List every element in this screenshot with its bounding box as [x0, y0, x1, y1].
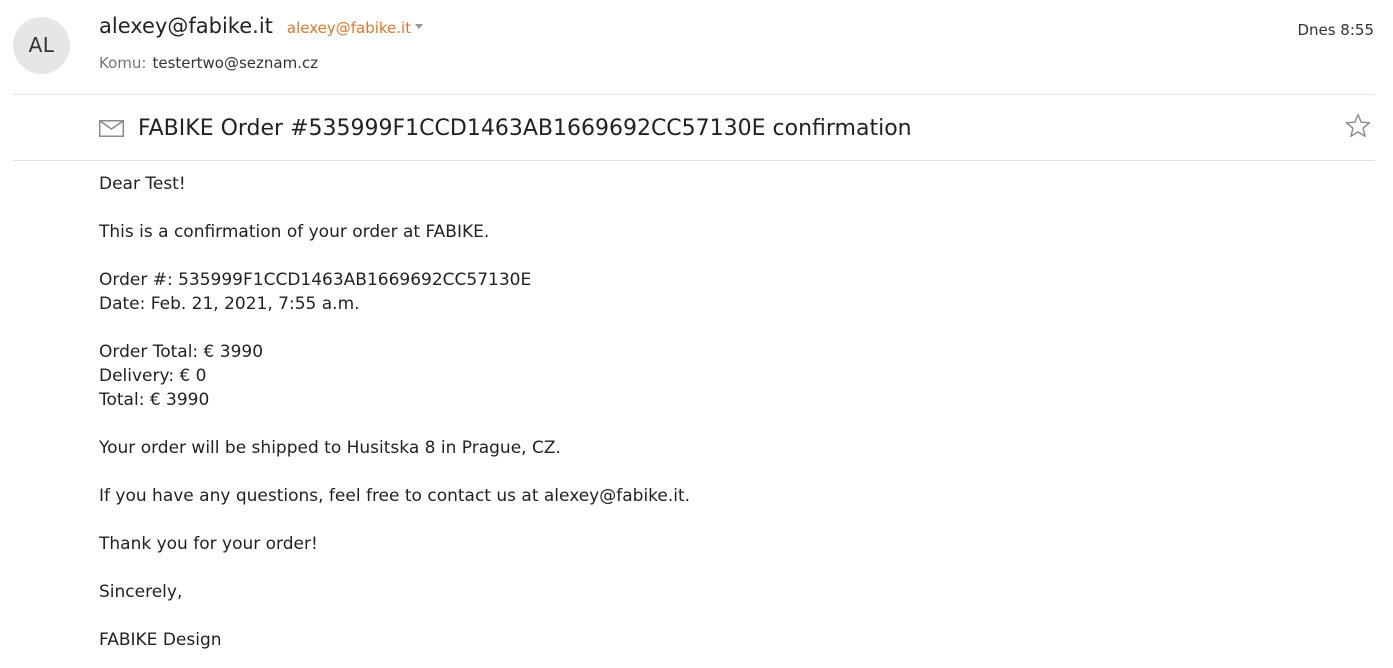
email-body: Dear Test! This is a confirmation of you… — [99, 172, 1349, 652]
chevron-down-icon[interactable] — [415, 24, 424, 29]
message-date: Dnes 8:55 — [1297, 21, 1374, 39]
thanks-paragraph: Thank you for your order! — [99, 534, 318, 554]
questions-paragraph: If you have any questions, feel free to … — [99, 486, 691, 506]
envelope-icon — [99, 119, 124, 137]
header-divider — [13, 94, 1375, 95]
delivery-cost: Delivery: € 0 — [99, 366, 207, 386]
grand-total: Total: € 3990 — [99, 390, 210, 410]
to-label: Komu: — [99, 54, 147, 72]
order-total: Order Total: € 3990 — [99, 342, 264, 362]
sender-email[interactable]: alexey@fabike.it — [287, 19, 411, 37]
order-number: Order #: 535999F1CCD1463AB1669692CC57130… — [99, 270, 532, 290]
email-subject: FABIKE Order #535999F1CCD1463AB1669692CC… — [138, 115, 912, 141]
sender-row: alexey@fabike.it alexey@fabike.it — [99, 14, 424, 38]
intro-paragraph: This is a confirmation of your order at … — [99, 222, 490, 242]
signature: FABIKE Design — [99, 630, 222, 650]
avatar[interactable]: AL — [13, 17, 70, 74]
closing: Sincerely, — [99, 582, 183, 602]
subject-row: FABIKE Order #535999F1CCD1463AB1669692CC… — [99, 112, 912, 144]
shipping-paragraph: Your order will be shipped to Husitska 8… — [99, 438, 561, 458]
sender-email-dropdown[interactable]: alexey@fabike.it — [287, 19, 424, 37]
greeting: Dear Test! — [99, 174, 186, 194]
star-icon[interactable] — [1345, 113, 1371, 139]
recipient-email[interactable]: testertwo@seznam.cz — [152, 54, 318, 72]
order-totals: Order Total: € 3990 Delivery: € 0 Total:… — [99, 340, 1349, 412]
order-date: Date: Feb. 21, 2021, 7:55 a.m. — [99, 294, 360, 314]
sender-name: alexey@fabike.it — [99, 14, 273, 38]
order-details: Order #: 535999F1CCD1463AB1669692CC57130… — [99, 268, 1349, 316]
subject-divider — [13, 160, 1375, 161]
recipient-row: Komu: testertwo@seznam.cz — [99, 54, 318, 72]
